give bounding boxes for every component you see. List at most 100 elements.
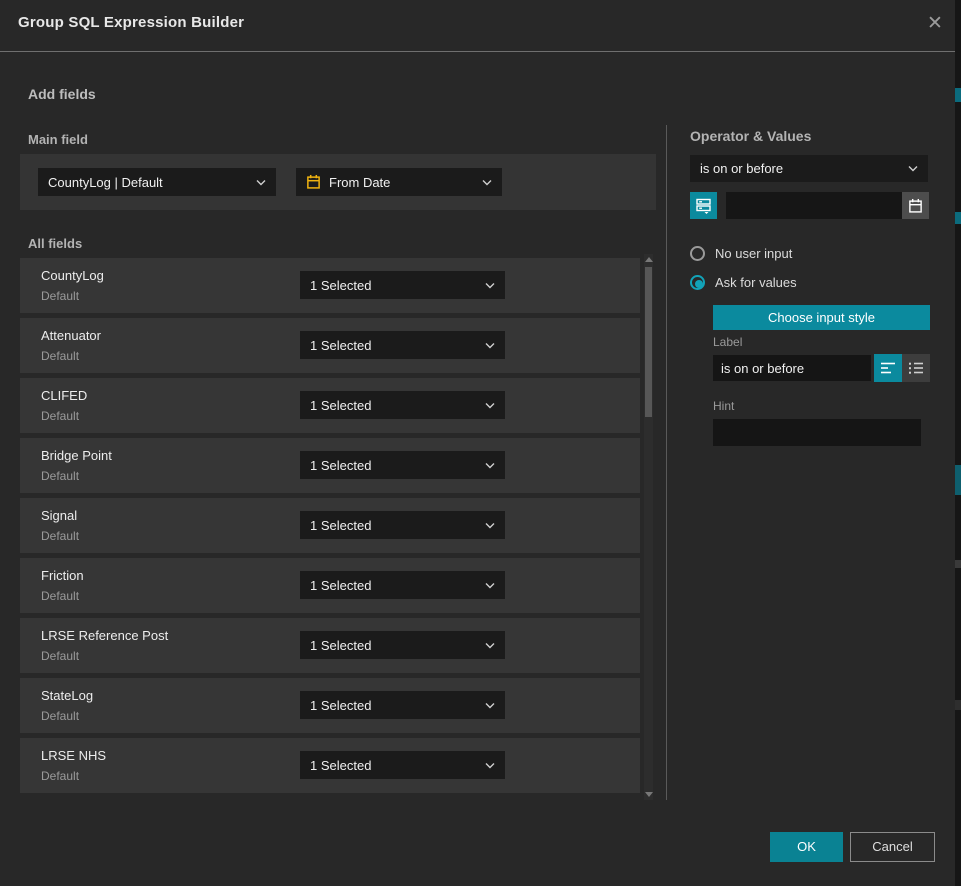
close-icon[interactable]: ✕ xyxy=(922,11,948,37)
field-row: CountyLog Default 1 Selected xyxy=(20,258,640,313)
chevron-down-icon xyxy=(485,462,495,469)
section-title: Add fields xyxy=(28,86,96,102)
all-fields-list: CountyLog Default 1 Selected Attenuator … xyxy=(20,258,640,798)
background-app-edge xyxy=(955,0,961,886)
operator-select[interactable]: is on or before xyxy=(690,155,928,182)
all-fields-label: All fields xyxy=(28,236,82,251)
chevron-down-icon xyxy=(485,702,495,709)
field-subtitle: Default xyxy=(41,349,79,363)
field-row: Attenuator Default 1 Selected xyxy=(20,318,640,373)
field-name: LRSE NHS xyxy=(41,748,106,763)
field-subtitle: Default xyxy=(41,709,79,723)
field-selected-dropdown[interactable]: 1 Selected xyxy=(300,571,505,599)
field-row: Bridge Point Default 1 Selected xyxy=(20,438,640,493)
main-field-label: Main field xyxy=(28,132,88,147)
field-selected-value: 1 Selected xyxy=(310,398,479,413)
field-selected-dropdown[interactable]: 1 Selected xyxy=(300,451,505,479)
chevron-down-icon xyxy=(485,582,495,589)
field-name: Bridge Point xyxy=(41,448,112,463)
background-fragment xyxy=(955,560,961,568)
chevron-down-icon xyxy=(485,282,495,289)
bulleted-list-icon[interactable] xyxy=(902,354,930,382)
field-selected-dropdown[interactable]: 1 Selected xyxy=(300,511,505,539)
field-name: CountyLog xyxy=(41,268,104,283)
main-field-box: CountyLog | Default From Date xyxy=(20,154,656,210)
label-field-label: Label xyxy=(713,335,742,349)
field-selected-value: 1 Selected xyxy=(310,278,479,293)
chevron-down-icon xyxy=(485,642,495,649)
chevron-down-icon xyxy=(485,342,495,349)
chevron-down-icon xyxy=(485,402,495,409)
field-selected-dropdown[interactable]: 1 Selected xyxy=(300,631,505,659)
radio-ask-for-values-label: Ask for values xyxy=(715,275,797,290)
radio-circle-on[interactable] xyxy=(690,275,705,290)
field-subtitle: Default xyxy=(41,769,79,783)
operator-values-title: Operator & Values xyxy=(690,128,811,144)
field-selected-value: 1 Selected xyxy=(310,758,479,773)
field-row: LRSE Reference Post Default 1 Selected xyxy=(20,618,640,673)
fields-scrollbar[interactable] xyxy=(644,254,653,800)
radio-no-user-input-label: No user input xyxy=(715,246,792,261)
chevron-down-icon xyxy=(482,179,492,186)
field-name: Attenuator xyxy=(41,328,101,343)
title-divider xyxy=(0,51,955,52)
date-value-input[interactable] xyxy=(726,192,902,219)
group-sql-expression-builder-dialog: Group SQL Expression Builder ✕ Add field… xyxy=(0,0,955,886)
background-fragment xyxy=(955,88,961,102)
field-subtitle: Default xyxy=(41,529,79,543)
field-name: Friction xyxy=(41,568,84,583)
field-row: LRSE NHS Default 1 Selected xyxy=(20,738,640,793)
radio-no-user-input[interactable]: No user input xyxy=(690,246,792,261)
field-name: CLIFED xyxy=(41,388,87,403)
field-selected-dropdown[interactable]: 1 Selected xyxy=(300,331,505,359)
field-selected-value: 1 Selected xyxy=(310,338,479,353)
choose-input-style-button[interactable]: Choose input style xyxy=(713,305,930,330)
field-subtitle: Default xyxy=(41,469,79,483)
field-subtitle: Default xyxy=(41,409,79,423)
scroll-down-icon[interactable] xyxy=(645,792,653,797)
field-row: StateLog Default 1 Selected xyxy=(20,678,640,733)
main-field-select[interactable]: From Date xyxy=(296,168,502,196)
field-selected-value: 1 Selected xyxy=(310,638,479,653)
panel-divider xyxy=(666,125,667,800)
radio-ask-for-values[interactable]: Ask for values xyxy=(690,275,797,290)
label-input[interactable] xyxy=(713,355,871,381)
hint-input[interactable] xyxy=(713,419,921,446)
field-selected-value: 1 Selected xyxy=(310,698,479,713)
field-subtitle: Default xyxy=(41,649,79,663)
field-name: Signal xyxy=(41,508,77,523)
get-values-stack-icon[interactable] xyxy=(690,192,717,219)
field-name: StateLog xyxy=(41,688,93,703)
field-selected-dropdown[interactable]: 1 Selected xyxy=(300,751,505,779)
align-left-icon[interactable] xyxy=(874,354,902,382)
layer-select-value: CountyLog | Default xyxy=(48,175,250,190)
scroll-up-icon[interactable] xyxy=(645,257,653,262)
background-fragment xyxy=(955,212,961,224)
field-selected-value: 1 Selected xyxy=(310,578,479,593)
field-selected-value: 1 Selected xyxy=(310,458,479,473)
field-row: Signal Default 1 Selected xyxy=(20,498,640,553)
layer-select[interactable]: CountyLog | Default xyxy=(38,168,276,196)
field-row: CLIFED Default 1 Selected xyxy=(20,378,640,433)
field-row: Friction Default 1 Selected xyxy=(20,558,640,613)
field-subtitle: Default xyxy=(41,589,79,603)
background-fragment xyxy=(955,465,961,495)
ok-button[interactable]: OK xyxy=(770,832,843,862)
cancel-button[interactable]: Cancel xyxy=(850,832,935,862)
field-selected-dropdown[interactable]: 1 Selected xyxy=(300,391,505,419)
chevron-down-icon xyxy=(485,762,495,769)
calendar-picker-icon[interactable] xyxy=(902,192,929,219)
hint-field-label: Hint xyxy=(713,399,734,413)
field-name: LRSE Reference Post xyxy=(41,628,168,643)
field-selected-dropdown[interactable]: 1 Selected xyxy=(300,691,505,719)
dialog-title: Group SQL Expression Builder xyxy=(18,14,244,31)
radio-circle-off[interactable] xyxy=(690,246,705,261)
chevron-down-icon xyxy=(256,179,266,186)
main-field-select-value: From Date xyxy=(329,175,476,190)
scrollbar-thumb[interactable] xyxy=(645,267,652,417)
field-subtitle: Default xyxy=(41,289,79,303)
chevron-down-icon xyxy=(485,522,495,529)
field-selected-value: 1 Selected xyxy=(310,518,479,533)
field-selected-dropdown[interactable]: 1 Selected xyxy=(300,271,505,299)
chevron-down-icon xyxy=(908,165,918,172)
